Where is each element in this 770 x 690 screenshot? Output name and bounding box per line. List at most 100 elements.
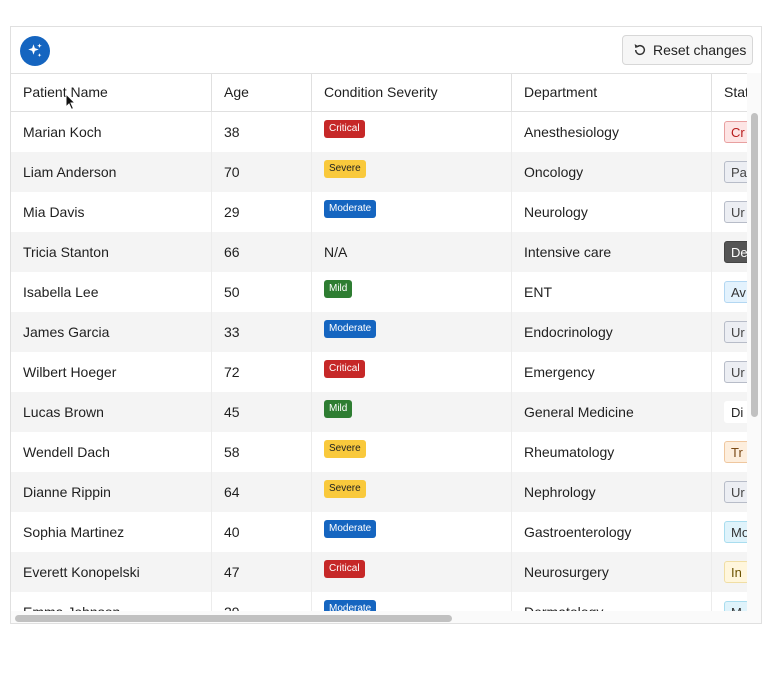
- department-cell[interactable]: Emergency: [512, 352, 712, 392]
- table-row[interactable]: Dianne Rippin 64 Severe Nephrology Ur: [11, 472, 747, 512]
- patient-name-cell[interactable]: Mia Davis: [11, 192, 212, 232]
- department-cell[interactable]: Anesthesiology: [512, 112, 712, 152]
- department-cell[interactable]: Rheumatology: [512, 432, 712, 472]
- age-cell[interactable]: 72: [212, 352, 312, 392]
- table-row[interactable]: Liam Anderson 70 Severe Oncology Pa: [11, 152, 747, 192]
- patient-name-cell[interactable]: Liam Anderson: [11, 152, 212, 192]
- column-header-patient-name[interactable]: Patient Name: [11, 74, 212, 111]
- department-cell[interactable]: ENT: [512, 272, 712, 312]
- severity-badge: Mild: [324, 400, 353, 418]
- department-cell[interactable]: Dermatology: [512, 592, 712, 612]
- status-chip: Cr: [724, 121, 747, 143]
- status-cell[interactable]: Pa: [712, 152, 747, 192]
- status-cell[interactable]: Ur: [712, 312, 747, 352]
- condition-severity-cell[interactable]: Moderate: [312, 312, 512, 352]
- status-cell[interactable]: Tr: [712, 432, 747, 472]
- age-cell[interactable]: 70: [212, 152, 312, 192]
- patient-name-cell[interactable]: Wilbert Hoeger: [11, 352, 212, 392]
- patient-name-cell[interactable]: Marian Koch: [11, 112, 212, 152]
- patient-name-cell[interactable]: Emma Johnson: [11, 592, 212, 612]
- department-cell[interactable]: Oncology: [512, 152, 712, 192]
- table-row[interactable]: James Garcia 33 Moderate Endocrinology Ur: [11, 312, 747, 352]
- status-cell[interactable]: Ur: [712, 352, 747, 392]
- ai-assistant-button[interactable]: [20, 36, 50, 66]
- table-row[interactable]: Isabella Lee 50 Mild ENT Av: [11, 272, 747, 312]
- table-row[interactable]: Emma Johnson29ModerateDermatologyM: [11, 592, 747, 612]
- age-cell[interactable]: 38: [212, 112, 312, 152]
- status-cell[interactable]: Mo: [712, 512, 747, 552]
- condition-severity-cell[interactable]: Critical: [312, 112, 512, 152]
- condition-severity-cell[interactable]: Critical: [312, 552, 512, 592]
- vertical-scrollbar-thumb[interactable]: [751, 113, 758, 417]
- condition-severity-cell[interactable]: Severe: [312, 472, 512, 512]
- severity-badge: Moderate: [324, 200, 377, 218]
- age-cell[interactable]: 45: [212, 392, 312, 432]
- table-row[interactable]: Everett Konopelski 47 Critical Neurosurgery…: [11, 552, 747, 592]
- age-cell[interactable]: 66: [212, 232, 312, 272]
- age-cell[interactable]: 40: [212, 512, 312, 552]
- status-cell[interactable]: M: [712, 592, 747, 612]
- status-cell[interactable]: In: [712, 552, 747, 592]
- age-cell[interactable]: 33: [212, 312, 312, 352]
- department-cell[interactable]: Neurosurgery: [512, 552, 712, 592]
- condition-severity-cell[interactable]: Severe: [312, 432, 512, 472]
- severity-badge: Critical: [324, 560, 365, 578]
- age-cell[interactable]: 29: [212, 192, 312, 232]
- status-chip: Ur: [724, 321, 747, 343]
- data-grid: Reset changes Patient Name Age Condition…: [10, 26, 762, 624]
- table-row[interactable]: Sophia Martinez 40 Moderate Gastroenterolog…: [11, 512, 747, 552]
- patient-name-cell[interactable]: Wendell Dach: [11, 432, 212, 472]
- reset-changes-button[interactable]: Reset changes: [622, 35, 753, 65]
- department-cell[interactable]: Intensive care: [512, 232, 712, 272]
- table-row[interactable]: Wendell Dach 58 Severe Rheumatology Tr: [11, 432, 747, 472]
- status-cell[interactable]: Ur: [712, 192, 747, 232]
- age-cell[interactable]: 64: [212, 472, 312, 512]
- column-header-status[interactable]: Status: [712, 74, 747, 111]
- patient-name-cell[interactable]: Isabella Lee: [11, 272, 212, 312]
- condition-severity-cell[interactable]: Severe: [312, 152, 512, 192]
- patient-name-cell[interactable]: James Garcia: [11, 312, 212, 352]
- condition-severity-cell[interactable]: Mild: [312, 272, 512, 312]
- vertical-scrollbar[interactable]: [747, 73, 761, 611]
- status-cell[interactable]: Di: [712, 392, 747, 432]
- table-row[interactable]: Marian Koch 38 Critical Anesthesiology Cr: [11, 112, 747, 152]
- status-cell[interactable]: Av: [712, 272, 747, 312]
- table-row[interactable]: Wilbert Hoeger 72 Critical Emergency Ur: [11, 352, 747, 392]
- grid-viewport: Patient Name Age Condition Severity Depa…: [11, 73, 747, 612]
- condition-severity-cell[interactable]: Moderate: [312, 592, 512, 612]
- age-cell[interactable]: 58: [212, 432, 312, 472]
- table-row[interactable]: Lucas Brown 45 Mild General Medicine Di: [11, 392, 747, 432]
- table-row[interactable]: Mia Davis 29 Moderate Neurology Ur: [11, 192, 747, 232]
- age-cell[interactable]: 47: [212, 552, 312, 592]
- age-cell[interactable]: 50: [212, 272, 312, 312]
- department-cell[interactable]: Gastroenterology: [512, 512, 712, 552]
- condition-severity-cell[interactable]: Moderate: [312, 512, 512, 552]
- severity-badge: Severe: [324, 480, 366, 498]
- severity-badge: Critical: [324, 360, 365, 378]
- department-cell[interactable]: General Medicine: [512, 392, 712, 432]
- patient-name-cell[interactable]: Lucas Brown: [11, 392, 212, 432]
- department-cell[interactable]: Endocrinology: [512, 312, 712, 352]
- patient-name-cell[interactable]: Everett Konopelski: [11, 552, 212, 592]
- status-cell[interactable]: Ur: [712, 472, 747, 512]
- condition-severity-cell[interactable]: Critical: [312, 352, 512, 392]
- horizontal-scrollbar[interactable]: [11, 611, 761, 623]
- column-header-condition-severity[interactable]: Condition Severity: [312, 74, 512, 111]
- column-header-department[interactable]: Department: [512, 74, 712, 111]
- severity-badge: Severe: [324, 160, 366, 178]
- table-row[interactable]: Tricia Stanton 66 N/A Intensive care De: [11, 232, 747, 272]
- patient-name-cell[interactable]: Tricia Stanton: [11, 232, 212, 272]
- status-cell[interactable]: Cr: [712, 112, 747, 152]
- column-header-age[interactable]: Age: [212, 74, 312, 111]
- condition-severity-cell[interactable]: Moderate: [312, 192, 512, 232]
- condition-severity-cell[interactable]: Mild: [312, 392, 512, 432]
- patient-name-cell[interactable]: Sophia Martinez: [11, 512, 212, 552]
- department-cell[interactable]: Nephrology: [512, 472, 712, 512]
- age-cell[interactable]: 29: [212, 592, 312, 612]
- status-cell[interactable]: De: [712, 232, 747, 272]
- horizontal-scrollbar-thumb[interactable]: [15, 615, 452, 622]
- condition-severity-cell[interactable]: N/A: [312, 232, 512, 272]
- patient-name-cell[interactable]: Dianne Rippin: [11, 472, 212, 512]
- department-cell[interactable]: Neurology: [512, 192, 712, 232]
- status-chip: Pa: [724, 161, 747, 183]
